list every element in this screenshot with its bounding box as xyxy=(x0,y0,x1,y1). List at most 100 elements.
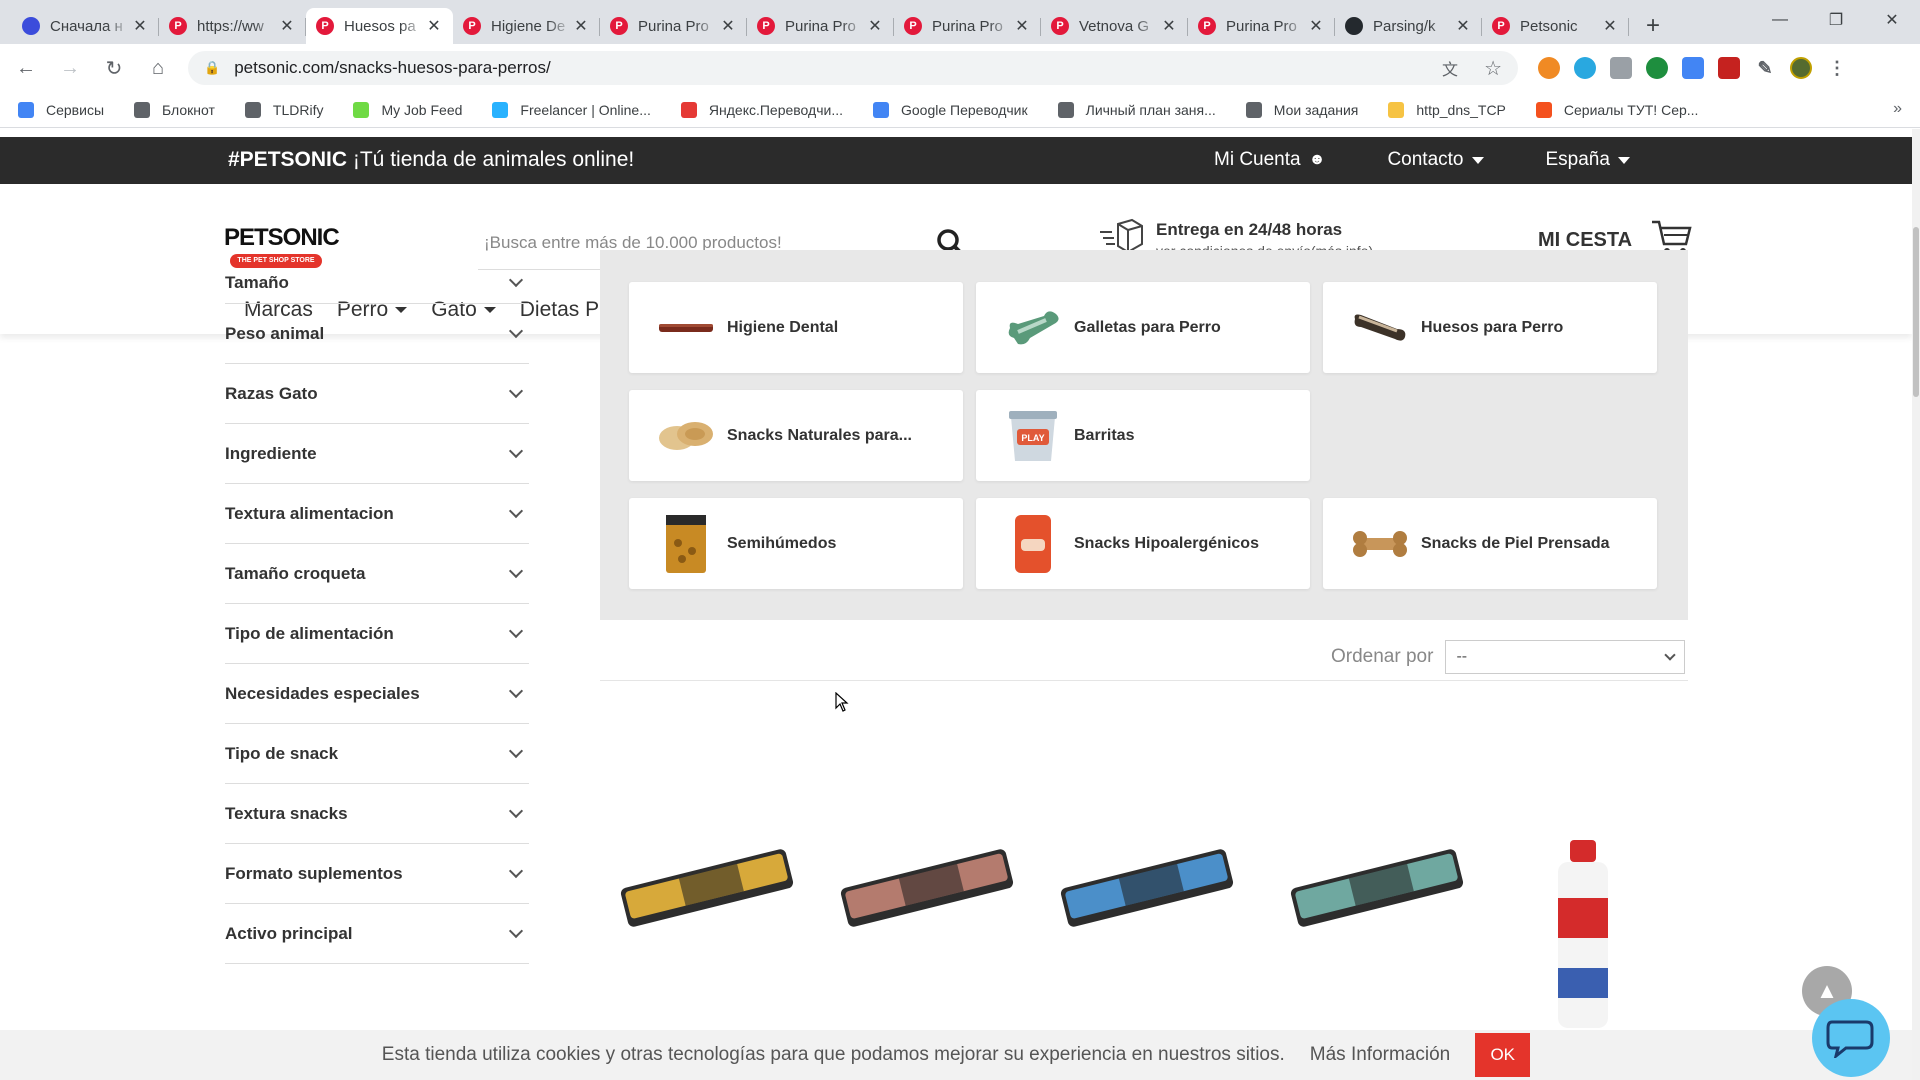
bookmark-label: Блокнот xyxy=(162,101,215,118)
sort-select[interactable]: -- xyxy=(1445,640,1686,674)
tab-close-icon[interactable]: ✕ xyxy=(1013,16,1031,36)
tab-close-icon[interactable]: ✕ xyxy=(278,16,296,36)
tab-close-icon[interactable]: ✕ xyxy=(1160,16,1178,36)
my-account-link[interactable]: Mi Cuenta ☻ xyxy=(1214,149,1325,171)
browser-tab[interactable]: P Petsonic ✕ xyxy=(1482,8,1629,44)
translate-icon[interactable]: 文 xyxy=(1442,56,1458,81)
category-card-barritas[interactable]: PLAY Barritas xyxy=(976,390,1310,481)
extension-green-icon[interactable] xyxy=(1646,57,1668,79)
address-bar[interactable]: 🔒 petsonic.com/snacks-huesos-para-perros… xyxy=(188,51,1518,85)
tab-title: Purina Pro xyxy=(1226,17,1297,35)
forward-icon[interactable]: → xyxy=(52,50,88,86)
bookmark-favicon-icon xyxy=(1388,101,1405,118)
product-image[interactable] xyxy=(612,838,802,943)
browser-tab[interactable]: Сначала н ✕ xyxy=(12,8,159,44)
site-slogan: #PETSONIC ¡Tú tienda de animales online! xyxy=(228,148,634,172)
category-card-semihúmedos[interactable]: Semihúmedos xyxy=(629,498,963,589)
bookmark-item[interactable]: My Job Feed xyxy=(353,101,462,118)
bookmark-item[interactable]: Freelancer | Online... xyxy=(492,101,651,118)
product-image-kong-can[interactable] xyxy=(1550,838,1616,1033)
category-card-snacks-naturales-para[interactable]: Snacks Naturales para... xyxy=(629,390,963,481)
cookie-text: Esta tienda utiliza cookies y otras tecn… xyxy=(381,1044,1285,1065)
browser-tab[interactable]: P Purina Pro ✕ xyxy=(894,8,1041,44)
tab-close-icon[interactable]: ✕ xyxy=(131,16,149,36)
home-icon[interactable]: ⌂ xyxy=(140,50,176,86)
filter-tipo-de-alimentación[interactable]: Tipo de alimentación xyxy=(225,604,529,664)
tab-close-icon[interactable]: ✕ xyxy=(1454,16,1472,36)
filter-tamaño-croqueta[interactable]: Tamaño croqueta xyxy=(225,544,529,604)
category-card-snacks-de-piel-prensada[interactable]: Snacks de Piel Prensada xyxy=(1323,498,1657,589)
filter-textura-snacks[interactable]: Textura snacks xyxy=(225,784,529,844)
browser-tab[interactable]: P Higiene De ✕ xyxy=(453,8,600,44)
my-account-label: Mi Cuenta xyxy=(1214,149,1301,170)
browser-tab[interactable]: P Purina Pro ✕ xyxy=(1188,8,1335,44)
filter-formato-suplementos[interactable]: Formato suplementos xyxy=(225,844,529,904)
filter-tamaño[interactable]: Tamaño xyxy=(225,262,529,304)
filter-tipo-de-snack[interactable]: Tipo de snack xyxy=(225,724,529,784)
filter-peso-animal[interactable]: Peso animal xyxy=(225,304,529,364)
category-card-higiene-dental[interactable]: Higiene Dental xyxy=(629,282,963,373)
filter-necesidades-especiales[interactable]: Necesidades especiales xyxy=(225,664,529,724)
filter-ingrediente[interactable]: Ingrediente xyxy=(225,424,529,484)
page-scrollbar[interactable] xyxy=(1912,129,1920,1080)
bookmark-item[interactable]: Яндекс.Переводчи... xyxy=(680,101,843,118)
filter-razas-gato[interactable]: Razas Gato xyxy=(225,364,529,424)
category-card-snacks-hipoalergénicos[interactable]: Snacks Hipoalergénicos xyxy=(976,498,1310,589)
tab-close-icon[interactable]: ✕ xyxy=(866,16,884,36)
browser-tab[interactable]: P Huesos pa ✕ xyxy=(306,8,453,44)
restore-icon[interactable]: ❐ xyxy=(1808,0,1864,40)
browser-tab[interactable]: Phttps://ww ✕ xyxy=(159,8,306,44)
scrollbar-thumb[interactable] xyxy=(1913,227,1919,397)
filter-label: Peso animal xyxy=(225,323,325,343)
bookmark-item[interactable]: Мои задания xyxy=(1245,101,1358,118)
filter-textura-alimentacion[interactable]: Textura alimentacion xyxy=(225,484,529,544)
bookmark-star-icon[interactable]: ☆ xyxy=(1484,56,1502,81)
tab-close-icon[interactable]: ✕ xyxy=(425,16,443,36)
tab-close-icon[interactable]: ✕ xyxy=(1601,16,1619,36)
product-image[interactable] xyxy=(1052,838,1242,943)
extension-shield-icon[interactable] xyxy=(1718,57,1740,79)
browser-tab[interactable]: P Purina Pro ✕ xyxy=(747,8,894,44)
bookmark-item[interactable]: TLDRify xyxy=(244,101,323,118)
extension-orange-icon[interactable] xyxy=(1538,57,1560,79)
browser-tab[interactable]: Parsing/k ✕ xyxy=(1335,8,1482,44)
bookmark-item[interactable]: http_dns_TCP xyxy=(1388,101,1506,118)
web-page: #PETSONIC ¡Tú tienda de animales online!… xyxy=(0,129,1912,1080)
extension-translate-icon[interactable] xyxy=(1682,57,1704,79)
chat-widget-icon[interactable] xyxy=(1812,999,1890,1077)
bookmark-favicon-icon xyxy=(134,101,151,118)
bookmark-item[interactable]: Сериалы ТУТ! Сер... xyxy=(1535,101,1698,118)
reload-icon[interactable]: ↻ xyxy=(96,50,132,86)
bookmark-item[interactable]: Личный план заня... xyxy=(1057,101,1216,118)
browser-tab[interactable]: P Vetnova G ✕ xyxy=(1041,8,1188,44)
bookmark-item[interactable]: Сервисы xyxy=(18,101,104,118)
product-image[interactable] xyxy=(1282,838,1472,943)
bookmark-item[interactable]: Блокнот xyxy=(134,101,215,118)
product-image[interactable] xyxy=(832,838,1022,943)
filter-activo-principal[interactable]: Activo principal xyxy=(225,904,529,964)
back-icon[interactable]: ← xyxy=(8,50,44,86)
minimize-icon[interactable]: — xyxy=(1752,0,1808,40)
country-menu[interactable]: España xyxy=(1546,149,1630,171)
extensions-puzzle-icon[interactable]: ✎ xyxy=(1754,57,1776,79)
bookmark-favicon-icon xyxy=(1057,101,1074,118)
profile-avatar[interactable] xyxy=(1790,57,1812,79)
contact-menu[interactable]: Contacto xyxy=(1387,149,1484,171)
new-tab-button[interactable]: + xyxy=(1635,8,1671,44)
browser-tab[interactable]: P Purina Pro ✕ xyxy=(600,8,747,44)
extension-stack-icon[interactable] xyxy=(1610,57,1632,79)
cookie-more-info-link[interactable]: Más Información xyxy=(1310,1044,1450,1066)
cookie-ok-button[interactable]: OK xyxy=(1475,1033,1531,1077)
tab-close-icon[interactable]: ✕ xyxy=(572,16,590,36)
close-window-icon[interactable]: ✕ xyxy=(1864,0,1920,40)
tab-close-icon[interactable]: ✕ xyxy=(719,16,737,36)
tab-close-icon[interactable]: ✕ xyxy=(1307,16,1325,36)
category-card-galletas-para-perro[interactable]: Galletas para Perro xyxy=(976,282,1310,373)
bookmark-item[interactable]: Google Переводчик xyxy=(873,101,1028,118)
menu-dots-icon[interactable]: ⋮ xyxy=(1826,57,1848,79)
browser-toolbar: ← → ↻ ⌂ 🔒 petsonic.com/snacks-huesos-par… xyxy=(0,44,1920,92)
bookmarks-more-icon[interactable]: » xyxy=(1893,100,1902,118)
extension-ring-icon[interactable] xyxy=(1574,57,1596,79)
category-card-huesos-para-perro[interactable]: Huesos para Perro xyxy=(1323,282,1657,373)
bookmark-label: Яндекс.Переводчи... xyxy=(708,101,843,118)
